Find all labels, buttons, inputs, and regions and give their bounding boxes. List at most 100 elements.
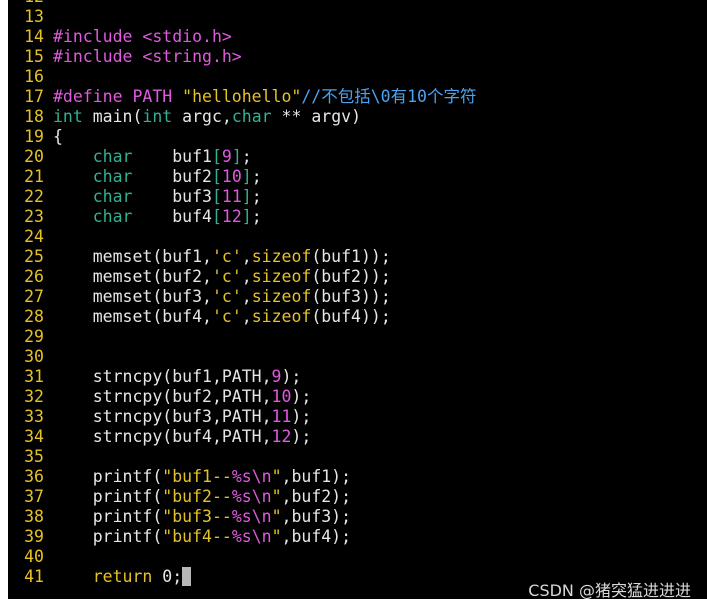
line-number: 32 bbox=[24, 387, 44, 406]
code-line: 39 printf("buf4--%s\n",buf4); bbox=[8, 527, 707, 547]
code-token: //不包括\0有10个字符 bbox=[301, 87, 477, 106]
code-token: sizeof bbox=[251, 287, 312, 306]
code-token: printf( bbox=[53, 467, 163, 486]
code-token: printf( bbox=[53, 507, 163, 526]
code-token: strncpy(buf4,PATH, bbox=[53, 427, 272, 446]
code-line: 12 bbox=[8, 0, 707, 7]
code-line: 18 int main(int argc,char ** argv) bbox=[8, 107, 707, 127]
code-token: [ bbox=[211, 207, 222, 226]
line-number: 21 bbox=[24, 167, 44, 186]
code-text: strncpy(buf4,PATH,12); bbox=[44, 427, 312, 446]
line-number: 24 bbox=[24, 227, 44, 246]
code-token: memset(buf4, bbox=[53, 307, 212, 326]
code-token: "hellohello" bbox=[182, 87, 302, 106]
screenshot: 121314#include <stdio.h>15#include <stri… bbox=[0, 0, 707, 611]
code-token: ** argv) bbox=[271, 107, 361, 126]
code-token: #define PATH bbox=[53, 87, 183, 106]
code-token: ,buf4); bbox=[281, 527, 352, 546]
code-line: 30 bbox=[8, 347, 707, 367]
code-token: sizeof bbox=[251, 247, 312, 266]
line-number: 31 bbox=[24, 367, 44, 386]
code-token: 9 bbox=[271, 367, 282, 386]
code-line: 13 bbox=[8, 7, 707, 27]
line-number: 14 bbox=[24, 27, 44, 46]
code-token: [ bbox=[211, 187, 222, 206]
code-token: 11 bbox=[271, 407, 292, 426]
code-token: 0; bbox=[152, 567, 183, 586]
line-number: 12 bbox=[8, 0, 44, 7]
code-token: buf3 bbox=[132, 187, 212, 206]
code-token: , bbox=[241, 307, 252, 326]
code-token: %s\n bbox=[231, 487, 272, 506]
code-token: #include <string.h> bbox=[53, 47, 242, 66]
code-token: printf( bbox=[53, 527, 163, 546]
code-line: 19 { bbox=[8, 127, 707, 147]
code-line: 33 strncpy(buf3,PATH,11); bbox=[8, 407, 707, 427]
code-token: %s\n bbox=[231, 467, 272, 486]
code-text: int main(int argc,char ** argv) bbox=[44, 107, 361, 126]
text-cursor bbox=[182, 567, 192, 586]
code-token: 'c' bbox=[211, 267, 242, 286]
line-number: 19 bbox=[24, 127, 44, 146]
code-line: 20 char buf1[9]; bbox=[8, 147, 707, 167]
code-token: char bbox=[92, 207, 133, 226]
code-line: 32 strncpy(buf2,PATH,10); bbox=[8, 387, 707, 407]
code-token: 'c' bbox=[211, 307, 242, 326]
code-text: char buf2[10]; bbox=[44, 167, 262, 186]
code-token: ,buf1); bbox=[281, 467, 352, 486]
code-token: (buf3)); bbox=[311, 287, 391, 306]
code-token: { bbox=[53, 127, 63, 146]
line-number: 29 bbox=[24, 327, 44, 346]
line-number: 13 bbox=[24, 7, 44, 26]
code-token: strncpy(buf1,PATH, bbox=[53, 367, 272, 386]
code-line: 31 strncpy(buf1,PATH,9); bbox=[8, 367, 707, 387]
code-token: sizeof bbox=[251, 267, 312, 286]
code-text: memset(buf4,'c',sizeof(buf4)); bbox=[44, 307, 391, 326]
code-text: strncpy(buf1,PATH,9); bbox=[44, 367, 302, 386]
code-token: 'c' bbox=[211, 247, 242, 266]
code-token: memset(buf3, bbox=[53, 287, 212, 306]
line-number: 34 bbox=[24, 427, 44, 446]
code-line: 17 #define PATH "hellohello"//不包括\0有10个字符 bbox=[8, 87, 707, 107]
code-line: 26 memset(buf2,'c',sizeof(buf2)); bbox=[8, 267, 707, 287]
code-token: memset(buf1, bbox=[53, 247, 212, 266]
code-line: 28 memset(buf4,'c',sizeof(buf4)); bbox=[8, 307, 707, 327]
code-line: 23 char buf4[12]; bbox=[8, 207, 707, 227]
watermark: CSDN @猪突猛进进进 bbox=[528, 581, 691, 600]
code-token: int bbox=[142, 107, 173, 126]
code-token: memset(buf2, bbox=[53, 267, 212, 286]
code-token: [ bbox=[211, 147, 222, 166]
code-token: " bbox=[271, 487, 282, 506]
code-token: strncpy(buf2,PATH, bbox=[53, 387, 272, 406]
line-number: 36 bbox=[24, 467, 44, 486]
code-line: 38 printf("buf3--%s\n",buf3); bbox=[8, 507, 707, 527]
code-token: ; bbox=[251, 167, 262, 186]
code-editor[interactable]: 121314#include <stdio.h>15#include <stri… bbox=[8, 0, 707, 599]
code-token: ,buf2); bbox=[281, 487, 352, 506]
code-token: ; bbox=[251, 207, 262, 226]
line-number: 20 bbox=[24, 147, 44, 166]
code-token: %s\n bbox=[231, 507, 272, 526]
code-token: ); bbox=[281, 367, 302, 386]
code-token: ); bbox=[291, 407, 312, 426]
code-token: ] bbox=[231, 147, 242, 166]
code-text: printf("buf4--%s\n",buf4); bbox=[44, 527, 351, 546]
code-line: 21 char buf2[10]; bbox=[8, 167, 707, 187]
code-text: memset(buf2,'c',sizeof(buf2)); bbox=[44, 267, 391, 286]
line-number: 15 bbox=[24, 47, 44, 66]
code-token: char bbox=[231, 107, 272, 126]
code-line: 24 bbox=[8, 227, 707, 247]
code-token: "buf4-- bbox=[162, 527, 232, 546]
code-token: int bbox=[53, 107, 83, 126]
code-token: argc, bbox=[172, 107, 232, 126]
code-text: char buf3[11]; bbox=[44, 187, 262, 206]
code-token: (buf2)); bbox=[311, 267, 391, 286]
code-line: 22 char buf3[11]; bbox=[8, 187, 707, 207]
code-line: 27 memset(buf3,'c',sizeof(buf3)); bbox=[8, 287, 707, 307]
code-token: "buf1-- bbox=[162, 467, 232, 486]
